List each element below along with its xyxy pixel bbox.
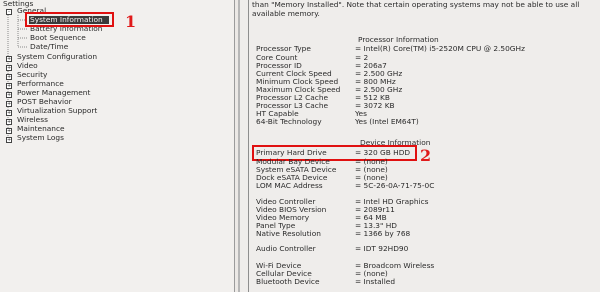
tree-item-date-time[interactable]: Date/Time: [30, 42, 68, 52]
collapse-box-icon[interactable]: -: [6, 9, 12, 15]
panel-inner-border: [248, 0, 249, 292]
64bit-technology-label: 64-Bit Technology: [256, 117, 322, 126]
lom-mac-address-label: LOM MAC Address: [256, 181, 323, 190]
expand-box-icon[interactable]: +: [6, 119, 12, 125]
lom-mac-address-value: = 5C-26-0A-71-75-0C: [355, 181, 435, 190]
annotation-number-1: 1: [125, 12, 137, 31]
tree-item-system-logs[interactable]: System Logs: [17, 133, 64, 143]
memory-note-text: than "Memory Installed". Note that certa…: [252, 0, 580, 18]
bluetooth-device-label: Bluetooth Device: [256, 277, 320, 286]
bluetooth-device-value: = Installed: [355, 277, 396, 286]
expand-box-icon[interactable]: +: [6, 110, 12, 116]
native-resolution-label: Native Resolution: [256, 229, 321, 238]
native-resolution-value: = 1366 by 768: [355, 229, 411, 238]
64bit-technology-value: Yes (Intel EM64T): [355, 117, 419, 126]
expand-box-icon[interactable]: +: [6, 137, 12, 143]
annotation-box-1: [25, 12, 114, 27]
expand-box-icon[interactable]: +: [6, 83, 12, 89]
settings-tree-panel: Settings - General System Information Ba…: [0, 0, 235, 292]
expand-box-icon[interactable]: +: [6, 56, 12, 62]
expand-box-icon[interactable]: +: [6, 101, 12, 107]
expand-box-icon[interactable]: +: [6, 74, 12, 80]
processor-type-value: = Intel(R) Core(TM) i5-2520M CPU @ 2.50G…: [355, 44, 525, 53]
audio-controller-value: = IDT 92HD90: [355, 244, 409, 253]
expand-box-icon[interactable]: +: [6, 128, 12, 134]
expand-box-icon[interactable]: +: [6, 65, 12, 71]
expand-box-icon[interactable]: +: [6, 92, 12, 98]
annotation-number-2: 2: [420, 146, 432, 165]
audio-controller-label: Audio Controller: [256, 244, 316, 253]
